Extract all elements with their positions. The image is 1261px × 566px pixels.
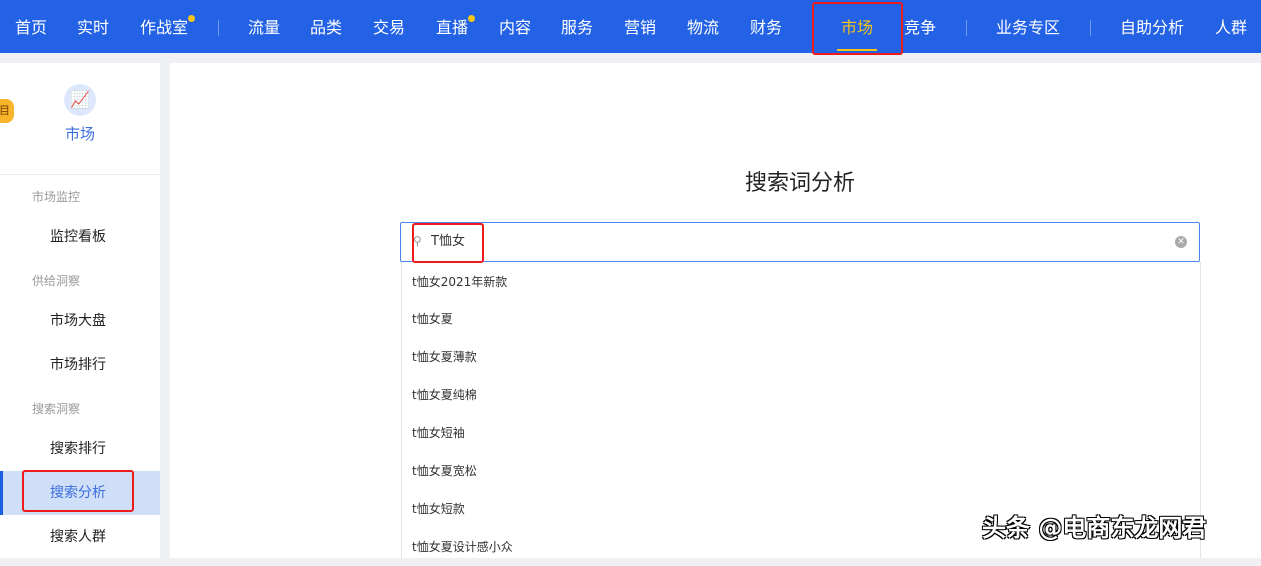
nav-business-zone[interactable]: 业务专区 bbox=[996, 0, 1060, 53]
clear-icon[interactable]: ✕ bbox=[1175, 236, 1187, 248]
nav-label: 作战室 bbox=[139, 18, 189, 37]
group-label: 搜索洞察 bbox=[32, 402, 81, 416]
sidebar: 目 📈 市场 市场监控 监控看板 供给洞察 市场大盘 市场排行 搜索洞察 搜索排… bbox=[0, 63, 160, 558]
main-content: 搜索词分析 ⚲ ✕ t恤女2021年新款 t恤女夏 t恤女夏薄款 t恤女夏纯棉 … bbox=[170, 63, 1261, 558]
notification-dot bbox=[468, 15, 476, 22]
nav-traffic[interactable]: 流量 bbox=[248, 0, 280, 53]
nav-live[interactable]: 直播 bbox=[435, 0, 476, 53]
suggestion-item[interactable]: t恤女夏 bbox=[402, 300, 1200, 338]
nav-category[interactable]: 品类 bbox=[310, 0, 342, 53]
nav-divider bbox=[966, 20, 967, 36]
nav-label: 市场 bbox=[840, 18, 874, 37]
nav-divider bbox=[218, 20, 219, 36]
search-box[interactable]: ⚲ ✕ bbox=[400, 222, 1200, 262]
nav-self-analysis[interactable]: 自助分析 bbox=[1120, 0, 1184, 53]
sidebar-item-search-crowd[interactable]: 搜索人群 bbox=[0, 515, 160, 559]
nav-finance[interactable]: 财务 bbox=[750, 0, 782, 53]
nav-home[interactable]: 首页 bbox=[15, 0, 47, 53]
nav-content[interactable]: 内容 bbox=[499, 0, 531, 53]
nav-trade[interactable]: 交易 bbox=[373, 0, 405, 53]
watermark: 头条 @电商东龙网君 bbox=[982, 514, 1207, 542]
nav-realtime[interactable]: 实时 bbox=[77, 0, 109, 53]
page-title: 搜索词分析 bbox=[744, 171, 855, 196]
suggestion-item[interactable]: t恤女夏纯棉 bbox=[402, 376, 1200, 414]
suggestion-item[interactable]: t恤女夏宽松 bbox=[402, 452, 1200, 490]
sidebar-item-market-overview[interactable]: 市场大盘 bbox=[0, 299, 160, 343]
nav-service[interactable]: 服务 bbox=[561, 0, 593, 53]
sidebar-item-market-rank[interactable]: 市场排行 bbox=[0, 343, 160, 387]
search-input[interactable] bbox=[431, 232, 1131, 247]
nav-logistics[interactable]: 物流 bbox=[687, 0, 719, 53]
suggestion-item[interactable]: t恤女短袖 bbox=[402, 414, 1200, 452]
divider bbox=[0, 174, 160, 175]
chart-icon: 📈 bbox=[64, 84, 96, 116]
active-underline bbox=[836, 49, 878, 51]
suggestion-item[interactable]: t恤女2021年新款 bbox=[402, 262, 1200, 300]
notification-dot bbox=[188, 15, 196, 22]
sidebar-item-search-analysis[interactable]: 搜索分析 bbox=[0, 471, 160, 515]
nav-competition[interactable]: 竞争 bbox=[904, 0, 936, 53]
nav-market[interactable]: 市场 bbox=[836, 0, 878, 53]
module-label: 市场 bbox=[64, 125, 95, 143]
nav-crowd[interactable]: 人群 bbox=[1215, 0, 1247, 53]
top-nav: 首页 实时 作战室 流量 品类 交易 直播 内容 服务 营销 物流 财务 市场 … bbox=[0, 0, 1261, 53]
nav-label: 直播 bbox=[435, 18, 469, 37]
nav-war-room[interactable]: 作战室 bbox=[139, 0, 196, 53]
group-label: 市场监控 bbox=[32, 190, 81, 204]
sidebar-item-monitor-board[interactable]: 监控看板 bbox=[0, 215, 160, 259]
group-label: 供给洞察 bbox=[32, 274, 81, 288]
sidebar-item-search-rank[interactable]: 搜索排行 bbox=[0, 427, 160, 471]
search-icon: ⚲ bbox=[413, 234, 422, 248]
nav-marketing[interactable]: 营销 bbox=[624, 0, 656, 53]
suggestion-item[interactable]: t恤女夏薄款 bbox=[402, 338, 1200, 376]
floating-badge[interactable]: 目 bbox=[0, 99, 14, 123]
nav-divider bbox=[1090, 20, 1091, 36]
